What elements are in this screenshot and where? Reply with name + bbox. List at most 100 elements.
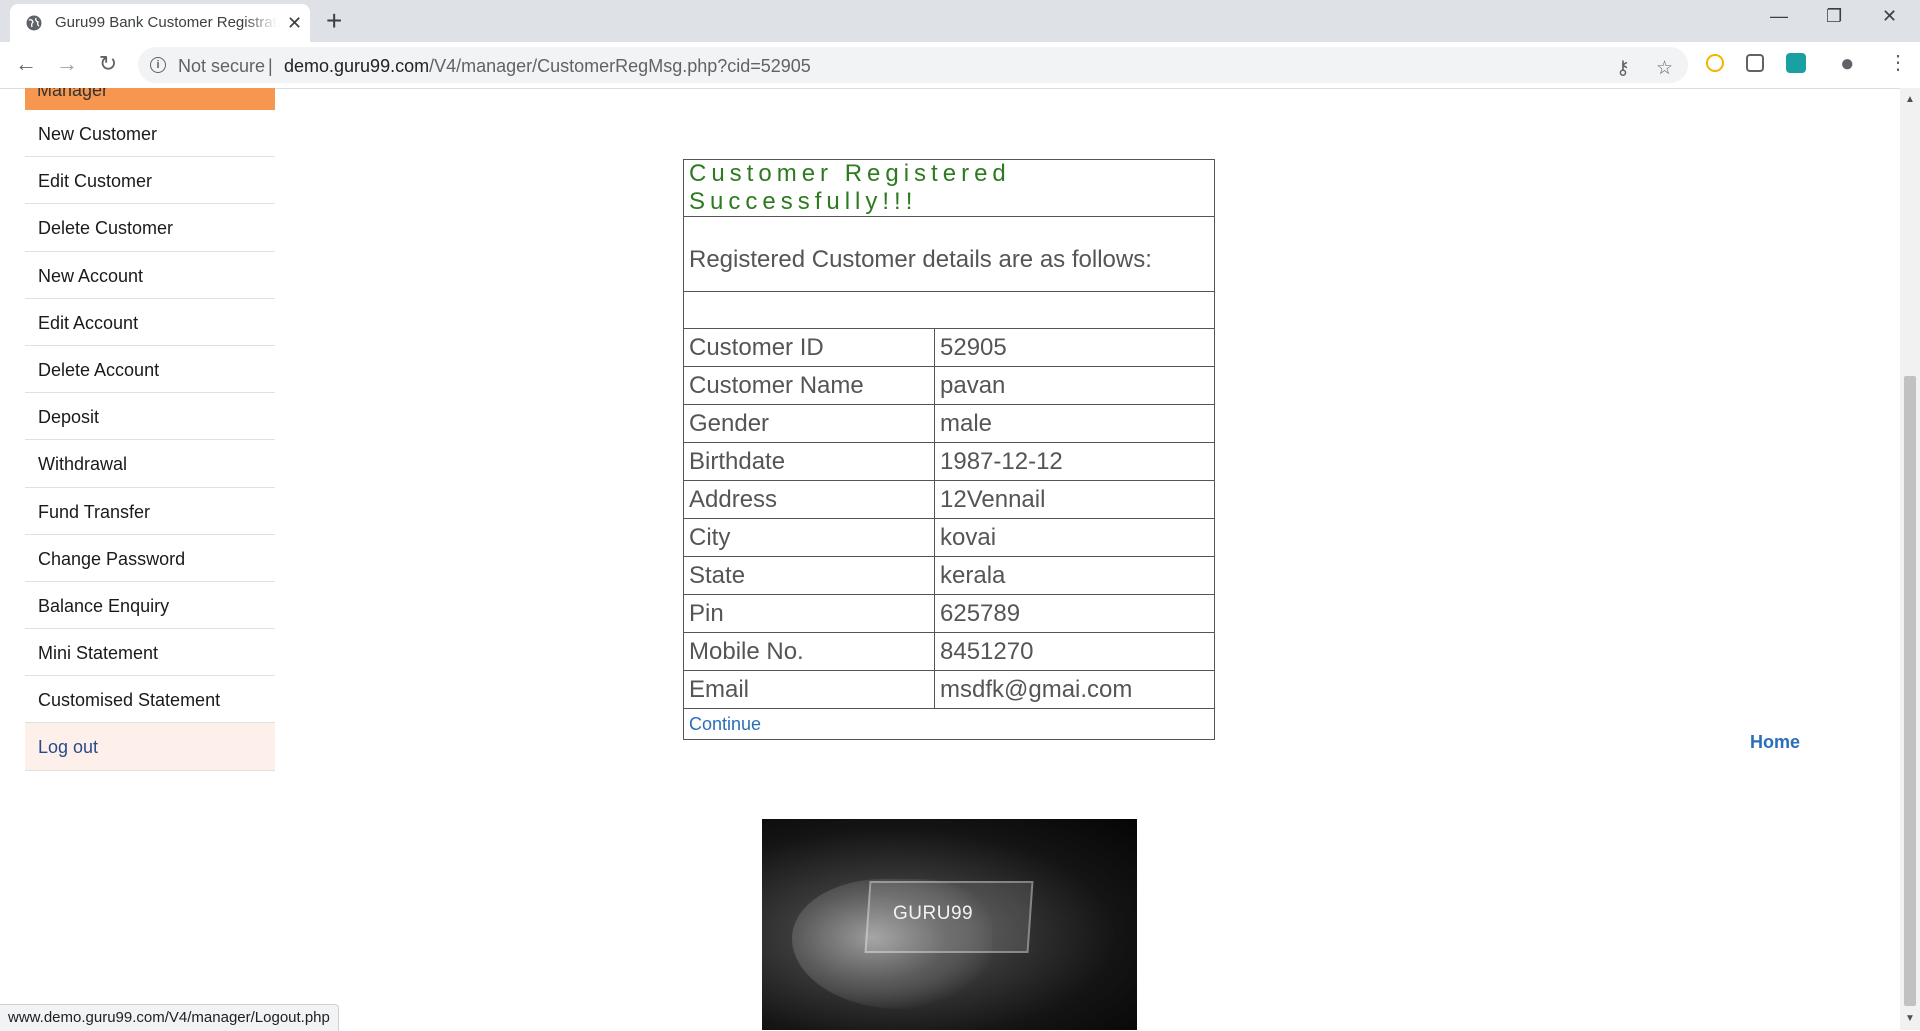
sidebar-item-label[interactable]: Withdrawal <box>38 454 127 475</box>
row-value: 1987-12-12 <box>934 442 1215 481</box>
row-label: Email <box>683 670 935 709</box>
browser-toolbar: ← → ↻ i Not secure | demo.guru99.com/V4/… <box>0 42 1920 89</box>
row-label: Gender <box>683 404 935 443</box>
sidebar-item-new-account[interactable]: New Account <box>25 252 275 299</box>
forward-icon[interactable]: → <box>53 50 81 78</box>
banner-logo-text: GURU99 <box>893 903 974 924</box>
sidebar-item-label[interactable]: New Customer <box>38 124 157 145</box>
row-value: pavan <box>934 366 1215 405</box>
scroll-up-icon[interactable]: ▲ <box>1905 94 1915 105</box>
sidebar-menu: New Customer Edit Customer Delete Custom… <box>25 110 275 771</box>
profile-icon[interactable]: ● <box>1840 50 1855 78</box>
url-text[interactable]: demo.guru99.com/V4/manager/CustomerRegMs… <box>284 56 811 77</box>
table-row: State kerala <box>683 556 1215 595</box>
table-row: Email msdfk@gmai.com <box>683 670 1215 709</box>
extension-teal-icon[interactable] <box>1786 53 1806 73</box>
row-value: kerala <box>934 556 1215 595</box>
sidebar-item-label[interactable]: Deposit <box>38 407 99 428</box>
sidebar-item-label[interactable]: Edit Customer <box>38 171 152 192</box>
sidebar-item-balance-enquiry[interactable]: Balance Enquiry <box>25 582 275 630</box>
sidebar-item-change-password[interactable]: Change Password <box>25 535 275 582</box>
success-heading: Customer Registered Successfully!!! <box>683 159 1215 217</box>
back-icon[interactable]: ← <box>12 50 40 78</box>
sidebar-item-label[interactable]: Delete Account <box>38 360 159 381</box>
sidebar-item-delete-customer[interactable]: Delete Customer <box>25 204 275 252</box>
sidebar-item-label[interactable]: New Account <box>38 266 143 287</box>
close-window-icon[interactable]: ✕ <box>1882 6 1897 27</box>
page-scrollbar[interactable]: ▲ ▼ <box>1900 88 1920 1030</box>
sidebar-item-label[interactable]: Delete Customer <box>38 218 173 239</box>
separator: | <box>268 56 273 76</box>
minimize-icon[interactable]: — <box>1770 6 1788 27</box>
table-row: Customer Name pavan <box>683 366 1215 405</box>
row-label: Address <box>683 480 935 519</box>
home-link[interactable]: Home <box>1750 732 1800 753</box>
info-icon[interactable]: i <box>150 57 166 73</box>
sidebar-item-label[interactable]: Edit Account <box>38 313 138 334</box>
row-label: Mobile No. <box>683 632 935 671</box>
sidebar-item-logout[interactable]: Log out <box>25 723 275 771</box>
sidebar-item-label[interactable]: Mini Statement <box>38 643 158 664</box>
sidebar-item-label[interactable]: Customised Statement <box>38 690 220 711</box>
menu-dots-icon[interactable]: ⋮ <box>1888 50 1908 75</box>
sidebar-item-delete-account[interactable]: Delete Account <box>25 346 275 394</box>
sidebar-item-label[interactable]: Fund Transfer <box>38 502 150 523</box>
table-row: Gender male <box>683 404 1215 443</box>
row-value: 8451270 <box>934 632 1215 671</box>
sidebar-item-label[interactable]: Log out <box>38 737 98 758</box>
sidebar-item-customised-statement[interactable]: Customised Statement <box>25 676 275 724</box>
table-row: Address 12Vennail <box>683 480 1215 519</box>
table-row: Mobile No. 8451270 <box>683 632 1215 671</box>
sidebar-item-new-customer[interactable]: New Customer <box>25 110 275 158</box>
row-value: 625789 <box>934 594 1215 633</box>
row-value: 12Vennail <box>934 480 1215 519</box>
row-value: 52905 <box>934 328 1215 367</box>
globe-icon <box>26 15 42 31</box>
customer-details-table: Customer Registered Successfully!!! Regi… <box>683 159 1215 740</box>
restore-icon[interactable]: ❐ <box>1826 6 1842 27</box>
guru99-banner-image: GURU99 <box>762 819 1137 1030</box>
address-bar[interactable]: i Not secure | demo.guru99.com/V4/manage… <box>138 47 1688 83</box>
browser-tab[interactable]: Guru99 Bank Customer Registration Page ✕ <box>10 4 310 42</box>
scrollbar-thumb[interactable] <box>1904 376 1916 1006</box>
row-value: kovai <box>934 518 1215 557</box>
sidebar-item-label[interactable]: Change Password <box>38 549 185 570</box>
row-label: State <box>683 556 935 595</box>
table-row: Pin 625789 <box>683 594 1215 633</box>
url-path: /V4/manager/CustomerRegMsg.php?cid=52905 <box>429 56 811 76</box>
key-icon[interactable]: ⚷ <box>1616 57 1630 80</box>
row-label: City <box>683 518 935 557</box>
sidebar-item-withdrawal[interactable]: Withdrawal <box>25 440 275 488</box>
reload-icon[interactable]: ↻ <box>94 50 122 78</box>
extension-icon[interactable] <box>1706 54 1724 72</box>
row-value: msdfk@gmai.com <box>934 670 1215 709</box>
sidebar-item-deposit[interactable]: Deposit <box>25 393 275 441</box>
status-bar-url: www.demo.guru99.com/V4/manager/Logout.ph… <box>0 1004 339 1031</box>
plus-icon[interactable]: + <box>326 6 342 36</box>
security-label[interactable]: Not secure <box>178 56 265 77</box>
blank-row <box>683 291 1215 329</box>
scroll-down-icon[interactable]: ▼ <box>1905 1013 1915 1024</box>
sidebar-item-label[interactable]: Balance Enquiry <box>38 596 169 617</box>
devtools-extension-icon[interactable] <box>1746 54 1764 72</box>
row-label: Customer Name <box>683 366 935 405</box>
table-row: City kovai <box>683 518 1215 557</box>
row-label: Birthdate <box>683 442 935 481</box>
sidebar-item-edit-customer[interactable]: Edit Customer <box>25 157 275 205</box>
details-subheading: Registered Customer details are as follo… <box>683 216 1215 292</box>
tab-bar: Guru99 Bank Customer Registration Page ✕… <box>0 0 1920 42</box>
table-row: Birthdate 1987-12-12 <box>683 442 1215 481</box>
url-host: demo.guru99.com <box>284 56 430 76</box>
sidebar-item-mini-statement[interactable]: Mini Statement <box>25 629 275 677</box>
close-icon[interactable]: ✕ <box>287 13 302 33</box>
table-row: Customer ID 52905 <box>683 328 1215 367</box>
tab-title: Guru99 Bank Customer Registration Page <box>55 14 277 31</box>
sidebar-item-fund-transfer[interactable]: Fund Transfer <box>25 488 275 535</box>
continue-link[interactable]: Continue <box>689 714 761 734</box>
manager-header[interactable]: Manager <box>25 88 275 110</box>
row-label: Pin <box>683 594 935 633</box>
manager-header-label: Manager <box>37 88 109 100</box>
row-label: Customer ID <box>683 328 935 367</box>
sidebar-item-edit-account[interactable]: Edit Account <box>25 299 275 346</box>
star-icon[interactable]: ☆ <box>1656 57 1673 80</box>
